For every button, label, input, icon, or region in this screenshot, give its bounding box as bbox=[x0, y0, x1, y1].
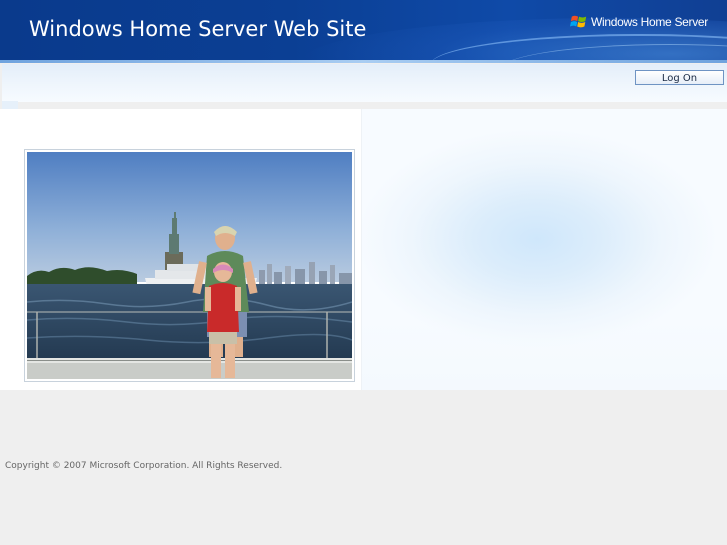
brand: Windows Home Server bbox=[570, 13, 708, 31]
windows-flag-icon bbox=[570, 15, 587, 28]
brand-text: Windows Home Server bbox=[591, 15, 709, 29]
header-banner: Windows Home Server Web Site Windows Hom… bbox=[0, 0, 727, 63]
header-divider bbox=[0, 60, 727, 63]
site-title: Windows Home Server Web Site bbox=[29, 17, 367, 41]
photo-statue-of-liberty bbox=[27, 152, 352, 379]
toolbar-band bbox=[2, 64, 727, 102]
photo-image bbox=[27, 152, 352, 379]
log-on-button[interactable]: Log On bbox=[635, 70, 724, 85]
toolbar-band-corner bbox=[2, 101, 18, 109]
copyright-text: Copyright © 2007 Microsoft Corporation. … bbox=[5, 461, 283, 471]
photo-frame bbox=[24, 149, 355, 382]
right-panel-fade bbox=[362, 319, 727, 390]
right-panel-background bbox=[362, 109, 727, 390]
page: Windows Home Server Web Site Windows Hom… bbox=[0, 0, 727, 545]
